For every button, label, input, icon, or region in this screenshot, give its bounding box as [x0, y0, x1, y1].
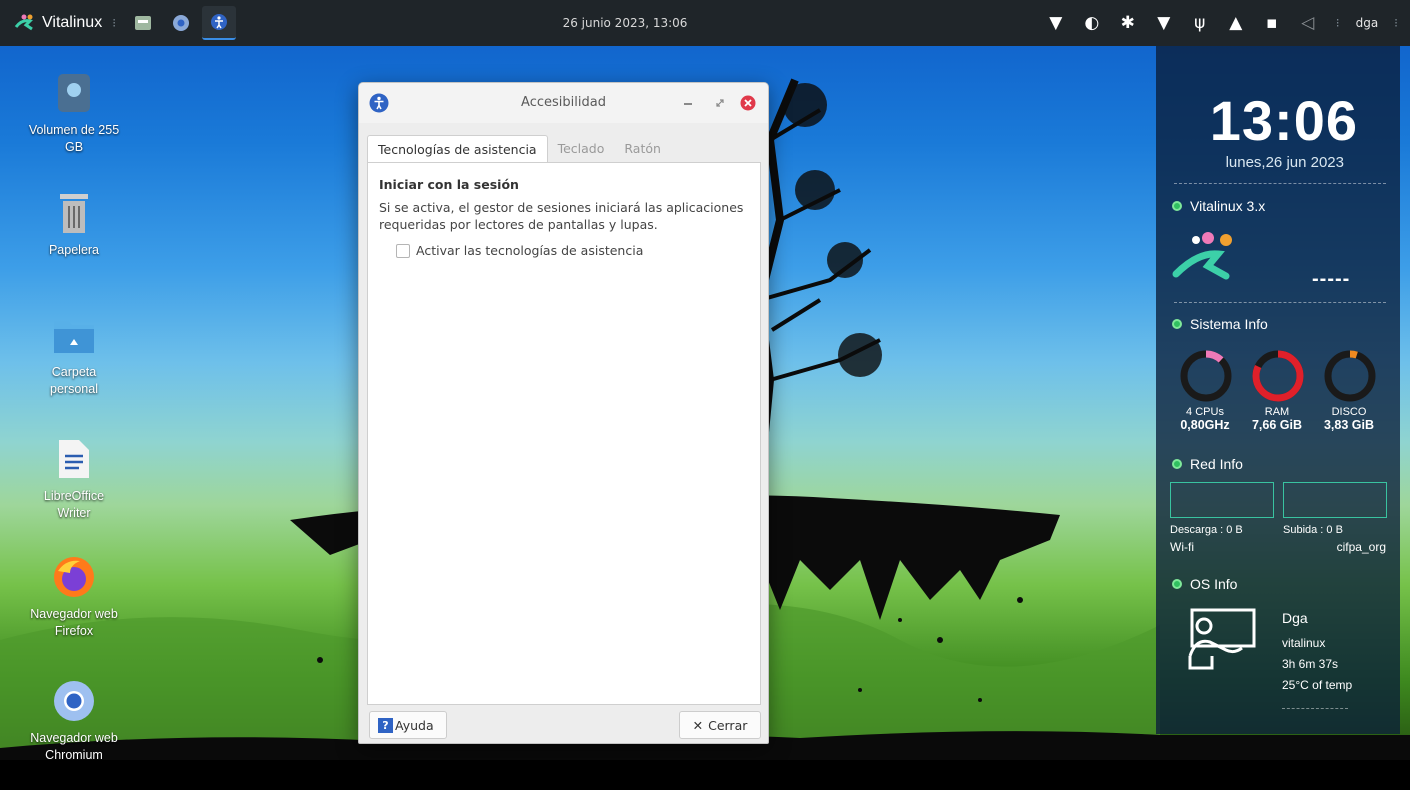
firefox-icon — [54, 557, 94, 597]
notifications-bell-icon[interactable]: ▲ — [1218, 0, 1254, 46]
system-tray: ▼ ◐ ✱ ▼ ψ ▲ ▪ ◁ ⁝ dga ⁝ — [1038, 0, 1398, 46]
panel-separator: ⁝ — [1335, 16, 1340, 30]
minimize-button[interactable] — [681, 96, 695, 110]
red-section-header: Red Info — [1172, 456, 1243, 472]
bluetooth-icon[interactable]: ✱ — [1110, 0, 1146, 46]
cpu-gauge-label: 4 CPUs — [1186, 406, 1224, 418]
desktop-icon-trash[interactable]: Papelera — [8, 190, 140, 259]
writer-icon — [59, 440, 89, 478]
enable-assistive-tech-option[interactable]: Activar las tecnologías de asistencia — [396, 243, 643, 258]
widget-date: lunes,26 jun 2023 — [1225, 154, 1344, 171]
conky-system-widget: 13:06 lunes,26 jun 2023 Vitalinux 3.x --… — [1156, 46, 1400, 734]
status-dot-icon — [1172, 319, 1182, 329]
tab-bar: Tecnologías de asistencia Teclado Ratón — [367, 135, 671, 163]
os-host: vitalinux — [1282, 636, 1326, 650]
status-dot-icon — [1172, 579, 1182, 589]
accessibility-dialog: Accesibilidad Tecnologías de asistencia … — [358, 82, 769, 744]
tab-keyboard[interactable]: Teclado — [548, 135, 615, 163]
chromium-icon — [54, 681, 94, 721]
close-window-button[interactable] — [740, 95, 756, 111]
widget-time: 13:06 — [1209, 89, 1358, 152]
upload-label: Subida : 0 B — [1283, 524, 1343, 536]
panel-separator: ⁝ — [1394, 16, 1398, 30]
os-temp: 25°C of temp — [1282, 678, 1353, 692]
cpu-gauge-track — [1180, 350, 1232, 402]
ram-gauge-value: 7,66 GiB — [1251, 418, 1303, 432]
checkbox-label[interactable]: Activar las tecnologías de asistencia — [416, 243, 643, 258]
wifi-icon[interactable]: ▼ — [1146, 0, 1182, 46]
vitalinux-runner-icon — [1172, 232, 1232, 280]
home-folder-icon — [54, 321, 94, 353]
divider — [1174, 183, 1386, 184]
tab-content: Iniciar con la sesión Si se activa, el g… — [367, 162, 761, 705]
trash-icon — [60, 194, 88, 233]
help-button-label: Ayuda — [395, 717, 434, 733]
network-name: cifpa_org — [1336, 540, 1386, 554]
usb-icon[interactable]: ψ — [1182, 0, 1218, 46]
battery-icon[interactable]: ▪ — [1254, 0, 1290, 46]
user-menu[interactable]: dga — [1356, 16, 1379, 30]
close-button[interactable]: ✕ Cerrar — [679, 711, 761, 739]
gauge-labels: 4 CPUs 0,80GHz RAM 7,66 GiB DISCO 3,83 GiB — [1170, 406, 1386, 432]
help-icon: ? — [378, 717, 393, 733]
desktop-wallpaper: Vitalinux ⁝ 26 junio 2023, 13:06 ▼ ◐ ✱ ▼… — [0, 0, 1410, 790]
night-light-icon[interactable]: ◐ — [1074, 0, 1110, 46]
sistema-section-header: Sistema Info — [1172, 316, 1268, 332]
enable-assistive-tech-checkbox[interactable] — [396, 243, 410, 258]
teacher-board-icon — [1188, 608, 1256, 670]
top-panel: Vitalinux ⁝ 26 junio 2023, 13:06 ▼ ◐ ✱ ▼… — [0, 0, 1410, 46]
drive-icon — [58, 74, 90, 112]
close-button-label: Cerrar — [708, 717, 748, 733]
status-dot-icon — [1172, 201, 1182, 211]
os-user: Dga — [1282, 610, 1308, 626]
desktop-icon-chromium[interactable]: Navegador web Chromium — [8, 678, 140, 764]
download-label: Descarga : 0 B — [1170, 524, 1243, 536]
status-dot-icon — [1172, 459, 1182, 469]
desktop-icon-writer[interactable]: LibreOffice Writer — [8, 436, 140, 522]
os-section-header: OS Info — [1172, 576, 1237, 592]
ram-gauge-label: RAM — [1264, 406, 1290, 418]
network-icon[interactable]: ▼ — [1038, 0, 1074, 46]
close-icon: ✕ — [692, 717, 704, 733]
disk-gauge-value: 3,83 GiB — [1323, 418, 1375, 432]
desktop-icon-volume[interactable]: Volumen de 255 GB — [8, 70, 140, 156]
help-button[interactable]: ? Ayuda — [369, 711, 447, 739]
section-title: Iniciar con la sesión — [379, 177, 519, 192]
tab-mouse[interactable]: Ratón — [614, 135, 671, 163]
desktop-icon-home[interactable]: Carpeta personal — [8, 312, 140, 398]
section-description: Si se activa, el gestor de sesiones inic… — [379, 200, 744, 232]
maximize-button[interactable] — [713, 96, 727, 110]
vitalinux-section-header: Vitalinux 3.x — [1172, 198, 1265, 214]
disk-gauge-track — [1324, 350, 1376, 402]
system-gauges — [1180, 350, 1376, 402]
vitalinux-value: ----- — [1312, 268, 1351, 290]
desktop-icon-firefox[interactable]: Navegador web Firefox — [8, 554, 140, 640]
download-graph — [1170, 482, 1274, 518]
cpu-gauge-value: 0,80GHz — [1180, 418, 1230, 432]
divider — [1282, 708, 1348, 709]
interface-label: Wi-fi — [1170, 540, 1194, 554]
dialog-titlebar[interactable]: Accesibilidad — [359, 83, 768, 123]
dialog-title: Accesibilidad — [521, 95, 606, 110]
volume-muted-icon[interactable]: ◁ — [1290, 0, 1326, 46]
disk-gauge-label: DISCO — [1331, 406, 1367, 418]
tab-assistive-technologies[interactable]: Tecnologías de asistencia — [367, 135, 548, 163]
divider — [1174, 302, 1386, 303]
os-uptime: 3h 6m 37s — [1282, 657, 1339, 671]
upload-graph — [1283, 482, 1387, 518]
